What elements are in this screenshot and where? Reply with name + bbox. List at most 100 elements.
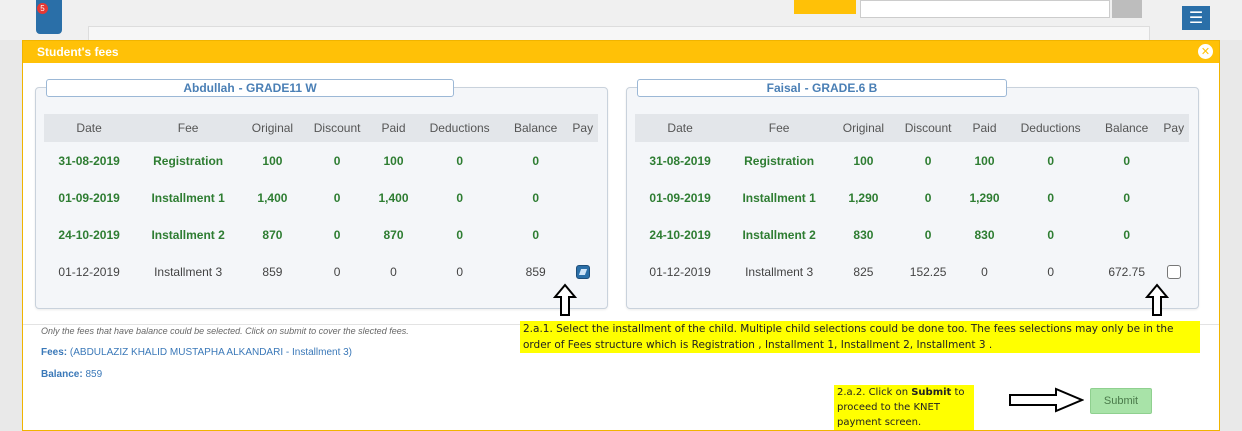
cell-deductions: 0 xyxy=(456,153,464,168)
column-header: Balance xyxy=(1094,114,1159,142)
cell-original: 859 xyxy=(262,264,283,279)
table-header-row: Date Fee Original Discount Paid Deductio… xyxy=(44,114,598,142)
cell-discount: 0 xyxy=(333,153,341,168)
table-row: 01-09-2019 Installment 1 1,290 0 1,290 0… xyxy=(635,179,1189,216)
cell-fee: Registration xyxy=(153,153,224,168)
column-header: Original xyxy=(242,114,303,142)
cell-paid: 100 xyxy=(974,153,995,168)
cell-date: 31-08-2019 xyxy=(58,153,120,168)
column-header: Paid xyxy=(371,114,416,142)
cell-fee: Installment 3 xyxy=(745,264,814,279)
child-card-abdullah: Abdullah - GRADE11 W Date Fee Original Di… xyxy=(35,79,608,309)
cell-original: 1,290 xyxy=(848,190,879,205)
background-search-input[interactable] xyxy=(860,0,1110,18)
background-panel xyxy=(88,26,1150,40)
cell-date: 01-12-2019 xyxy=(649,264,711,279)
cell-date: 24-10-2019 xyxy=(649,227,711,242)
cell-paid: 1,290 xyxy=(969,190,1000,205)
table-row: 01-12-2019 Installment 3 825 152.25 0 0 … xyxy=(635,253,1189,290)
cell-date: 01-09-2019 xyxy=(649,190,711,205)
table-row: 31-08-2019 Registration 100 0 100 0 0 xyxy=(635,142,1189,179)
cell-original: 100 xyxy=(853,153,874,168)
child-card-faisal: Faisal - GRADE.6 B Date Fee Original Disc… xyxy=(626,79,1199,309)
column-header: Deductions xyxy=(1006,114,1095,142)
pay-checkbox[interactable] xyxy=(575,264,590,279)
column-header: Deductions xyxy=(415,114,504,142)
cell-balance: 0 xyxy=(532,190,539,205)
cell-original: 1,400 xyxy=(257,190,288,205)
column-header: Fee xyxy=(134,114,243,142)
column-header: Paid xyxy=(962,114,1007,142)
table-row: 31-08-2019 Registration 100 0 100 0 0 xyxy=(44,142,598,179)
child-name-heading: Faisal - GRADE.6 B xyxy=(637,79,1007,97)
fees-table: Date Fee Original Discount Paid Deductio… xyxy=(635,114,1189,290)
cell-deductions: 0 xyxy=(456,190,464,205)
cell-discount: 0 xyxy=(924,190,932,205)
cell-discount: 0 xyxy=(333,227,341,242)
cell-balance: 0 xyxy=(1123,227,1130,242)
child-name-heading: Abdullah - GRADE11 W xyxy=(46,79,454,97)
column-header: Date xyxy=(44,114,135,142)
cell-original: 870 xyxy=(262,227,283,242)
cell-balance: 0 xyxy=(1123,153,1130,168)
cell-pay xyxy=(568,179,598,216)
cell-original: 825 xyxy=(853,264,874,279)
cell-paid: 0 xyxy=(390,264,397,279)
balance-label: Balance: xyxy=(41,369,83,380)
column-header: Discount xyxy=(893,114,963,142)
column-header: Balance xyxy=(503,114,568,142)
cell-paid: 870 xyxy=(383,227,404,242)
menu-icon[interactable]: ☰ xyxy=(1182,6,1210,30)
fees-value: (ABDULAZIZ KHALID MUSTAPHA ALKANDARI - I… xyxy=(69,347,353,358)
cell-deductions: 0 xyxy=(1047,190,1055,205)
child-grade: - GRADE11 W xyxy=(238,81,317,95)
fees-table: Date Fee Original Discount Paid Deductio… xyxy=(44,114,598,290)
cell-pay xyxy=(568,142,598,179)
selected-fees: Fees: (ABDULAZIZ KHALID MUSTAPHA ALKANDA… xyxy=(41,347,352,358)
child-name: Abdullah xyxy=(183,81,235,95)
annotation-note-submit: 2.a.2. Click on Submit to proceed to the… xyxy=(834,385,974,430)
column-header: Date xyxy=(635,114,726,142)
column-header: Pay xyxy=(1158,114,1189,142)
table-row: 24-10-2019 Installment 2 830 0 830 0 0 xyxy=(635,216,1189,253)
cell-date: 24-10-2019 xyxy=(58,227,120,242)
column-header: Pay xyxy=(567,114,598,142)
background-action-button[interactable] xyxy=(794,0,856,14)
cell-fee: Installment 2 xyxy=(151,227,225,242)
cell-deductions: 0 xyxy=(1047,264,1055,279)
cell-discount: 0 xyxy=(924,227,932,242)
cell-pay xyxy=(1159,216,1189,253)
cell-paid: 100 xyxy=(383,153,404,168)
cell-discount: 0 xyxy=(333,264,341,279)
cell-fee: Installment 1 xyxy=(742,190,816,205)
selection-hint: Only the fees that have balance could be… xyxy=(41,326,409,336)
notification-badge: 5 xyxy=(37,3,48,14)
cell-paid: 0 xyxy=(981,264,988,279)
cell-pay xyxy=(1159,179,1189,216)
cell-paid: 830 xyxy=(974,227,995,242)
child-grade: - GRADE.6 B xyxy=(804,81,878,95)
modal-header: Student's fees ✕ xyxy=(23,41,1219,63)
cell-date: 01-12-2019 xyxy=(58,264,120,279)
cell-discount: 0 xyxy=(924,153,932,168)
column-header: Original xyxy=(833,114,894,142)
child-name: Faisal xyxy=(766,81,801,95)
cell-pay xyxy=(568,216,598,253)
annotation-note-select: 2.a.1. Select the installment of the chi… xyxy=(520,321,1200,353)
close-icon[interactable]: ✕ xyxy=(1198,44,1213,59)
pay-checkbox[interactable] xyxy=(1166,264,1181,279)
column-header: Fee xyxy=(725,114,834,142)
fees-label: Fees: xyxy=(41,347,68,358)
submit-button[interactable]: Submit xyxy=(1090,388,1152,414)
column-header: Discount xyxy=(302,114,372,142)
cell-fee: Installment 2 xyxy=(742,227,816,242)
note-2-bold: Submit xyxy=(911,387,952,398)
cell-pay xyxy=(1159,142,1189,179)
table-header-row: Date Fee Original Discount Paid Deductio… xyxy=(635,114,1189,142)
background-search-button[interactable] xyxy=(1112,0,1142,18)
cell-original: 100 xyxy=(262,153,283,168)
cell-deductions: 0 xyxy=(1047,227,1055,242)
cell-fee: Installment 3 xyxy=(154,264,223,279)
cell-fee: Installment 1 xyxy=(151,190,225,205)
cell-deductions: 0 xyxy=(456,227,464,242)
